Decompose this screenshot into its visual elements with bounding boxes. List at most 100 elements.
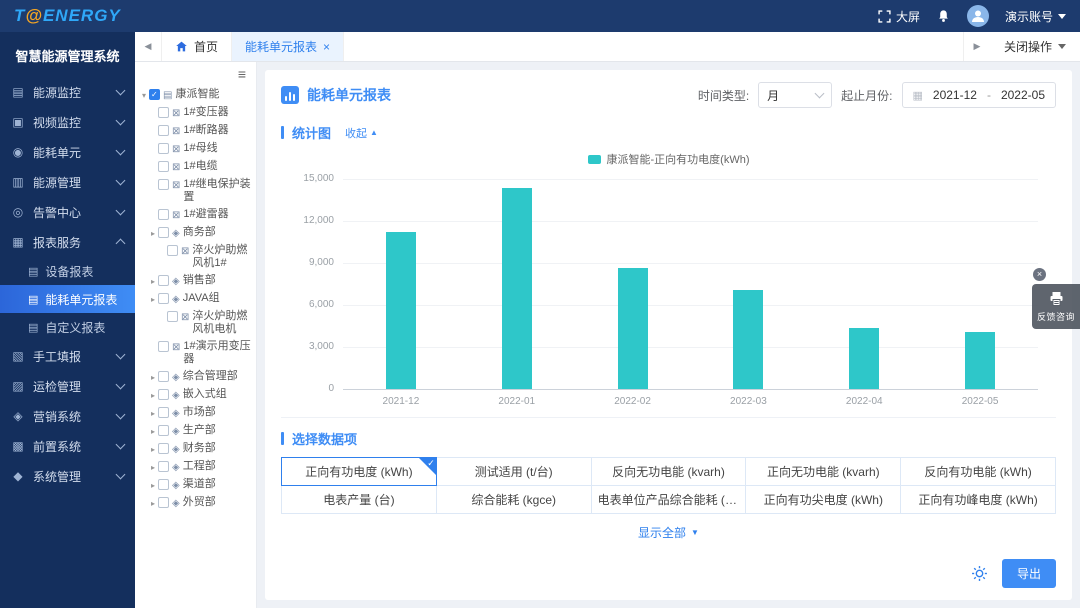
tab-scroll-left-button[interactable]: ◀ xyxy=(135,32,162,61)
sidebar-item-5[interactable]: ▦报表服务 xyxy=(0,227,135,257)
tree-expand-icon[interactable]: ▸ xyxy=(148,442,158,456)
data-item-cell[interactable]: 反向无功电能 (kvarh) xyxy=(591,458,746,486)
notification-bell-button[interactable] xyxy=(936,9,951,24)
tree-item[interactable]: ▸◈财务部 xyxy=(139,440,254,458)
tree-expand-icon[interactable]: ▸ xyxy=(148,226,158,240)
tree-checkbox[interactable] xyxy=(158,371,169,382)
tree-expand-icon[interactable]: ▸ xyxy=(148,274,158,288)
tree-expand-icon[interactable]: ▸ xyxy=(148,388,158,402)
tree-item[interactable]: ▸◈JAVA组 xyxy=(139,290,254,308)
sidebar-item-8[interactable]: ◈营销系统 xyxy=(0,401,135,431)
sidebar-subitem-5-2[interactable]: ▤自定义报表 xyxy=(0,313,135,341)
feedback-close-icon[interactable]: × xyxy=(1033,268,1046,281)
tree-checkbox[interactable] xyxy=(158,179,169,190)
data-item-cell[interactable]: 测试适用 (t/台) xyxy=(436,458,591,486)
tree-expand-icon[interactable]: ▸ xyxy=(148,292,158,306)
tree-checkbox[interactable] xyxy=(158,161,169,172)
tree-item[interactable]: ▾▤康派智能 xyxy=(139,86,254,104)
tree-item-label: 淬火炉助燃风机1# xyxy=(192,244,254,270)
tree-item[interactable]: ⊠1#变压器 xyxy=(139,104,254,122)
sidebar-subitem-5-1[interactable]: ▤能耗单元报表 xyxy=(0,285,135,313)
feedback-button[interactable]: 反馈咨询 xyxy=(1032,284,1080,329)
collapse-button[interactable]: 收起 ▲ xyxy=(345,125,378,141)
show-all-button[interactable]: 显示全部 ▼ xyxy=(281,514,1056,541)
tree-item[interactable]: ▸◈商务部 xyxy=(139,224,254,242)
sidebar-item-3[interactable]: ▥能源管理 xyxy=(0,167,135,197)
tab-scroll-right-button[interactable]: ▶ xyxy=(963,32,990,61)
tree-checkbox[interactable] xyxy=(158,389,169,400)
tree-item[interactable]: ⊠淬火炉助燃风机电机 xyxy=(139,308,254,338)
export-button[interactable]: 导出 xyxy=(1002,559,1056,588)
tree-checkbox[interactable] xyxy=(158,443,169,454)
settings-button[interactable] xyxy=(971,565,988,582)
data-item-cell[interactable]: 正向有功峰电度 (kWh) xyxy=(901,486,1056,514)
date-range-picker[interactable]: ▦ 2021-12 - 2022-05 xyxy=(902,82,1057,108)
tree-item[interactable]: ▸◈市场部 xyxy=(139,404,254,422)
sidebar-item-9[interactable]: ▩前置系统 xyxy=(0,431,135,461)
tree-checkbox[interactable] xyxy=(158,227,169,238)
tab-energy-unit-report[interactable]: 能耗单元报表 × xyxy=(232,32,344,61)
tree-item[interactable]: ▸◈生产部 xyxy=(139,422,254,440)
tree-expand-icon[interactable]: ▸ xyxy=(148,370,158,384)
tree-checkbox[interactable] xyxy=(158,107,169,118)
tree-checkbox[interactable] xyxy=(158,425,169,436)
tree-checkbox[interactable] xyxy=(167,311,178,322)
tree-checkbox[interactable] xyxy=(158,275,169,286)
data-item-cell[interactable]: 正向有功电度 (kWh)✓ xyxy=(282,458,437,486)
tree-checkbox[interactable] xyxy=(158,293,169,304)
tree-item[interactable]: ▸◈工程部 xyxy=(139,458,254,476)
tree-expand-icon[interactable]: ▾ xyxy=(139,88,149,102)
tree-expand-icon[interactable]: ▸ xyxy=(148,424,158,438)
sidebar-subitem-5-0[interactable]: ▤设备报表 xyxy=(0,257,135,285)
tree-checkbox[interactable] xyxy=(158,461,169,472)
sidebar-item-1[interactable]: ▣视频监控 xyxy=(0,107,135,137)
sidebar-item-2[interactable]: ◉能耗单元 xyxy=(0,137,135,167)
tree-expand-icon[interactable]: ▸ xyxy=(148,496,158,510)
tree-item[interactable]: ⊠1#母线 xyxy=(139,140,254,158)
tree-checkbox[interactable] xyxy=(158,341,169,352)
tree-checkbox[interactable] xyxy=(158,407,169,418)
data-item-cell[interactable]: 电表单位产品综合能耗 (kgce/... xyxy=(591,486,746,514)
close-operations-dropdown[interactable]: 关闭操作 xyxy=(990,32,1080,61)
hamburger-icon[interactable]: ≡ xyxy=(238,66,246,82)
tab-home[interactable]: 首页 xyxy=(162,32,232,61)
tree-item[interactable]: ⊠1#继电保护装置 xyxy=(139,176,254,206)
tree-item[interactable]: ⊠1#断路器 xyxy=(139,122,254,140)
tree-expand-icon[interactable]: ▸ xyxy=(148,460,158,474)
sidebar-item-0[interactable]: ▤能源监控 xyxy=(0,77,135,107)
tree-checkbox[interactable] xyxy=(158,143,169,154)
tree-checkbox[interactable] xyxy=(167,245,178,256)
tree-checkbox[interactable] xyxy=(158,479,169,490)
time-type-select[interactable]: 月 xyxy=(758,82,832,108)
time-type-value: 月 xyxy=(767,87,779,104)
tree-item[interactable]: ▸◈外贸部 xyxy=(139,494,254,512)
tree-expand-icon[interactable]: ▸ xyxy=(148,478,158,492)
data-item-cell[interactable]: 正向无功电能 (kvarh) xyxy=(746,458,901,486)
tree-item[interactable]: ▸◈综合管理部 xyxy=(139,368,254,386)
sidebar-item-7[interactable]: ▨运检管理 xyxy=(0,371,135,401)
tree-item[interactable]: ⊠1#电缆 xyxy=(139,158,254,176)
chart-legend[interactable]: 康派智能-正向有功电度(kWh) xyxy=(285,149,1052,179)
sidebar-item-6[interactable]: ▧手工填报 xyxy=(0,341,135,371)
data-item-cell[interactable]: 反向有功电能 (kWh) xyxy=(901,458,1056,486)
tree-checkbox[interactable] xyxy=(158,125,169,136)
tab-close-icon[interactable]: × xyxy=(323,42,330,52)
tree-item[interactable]: ▸◈嵌入式组 xyxy=(139,386,254,404)
sidebar-item-10[interactable]: ◆系统管理 xyxy=(0,461,135,491)
tree-item[interactable]: ⊠淬火炉助燃风机1# xyxy=(139,242,254,272)
tree-expand-icon[interactable]: ▸ xyxy=(148,406,158,420)
tree-checkbox[interactable] xyxy=(158,209,169,220)
tree-item[interactable]: ▸◈销售部 xyxy=(139,272,254,290)
data-item-cell[interactable]: 电表产量 (台) xyxy=(282,486,437,514)
big-screen-button[interactable]: 大屏 xyxy=(878,8,920,25)
tree-item[interactable]: ⊠1#避雷器 xyxy=(139,206,254,224)
account-menu[interactable]: 演示账号 xyxy=(1005,8,1066,25)
tree-checkbox[interactable] xyxy=(149,89,160,100)
tree-item[interactable]: ⊠1#演示用变压器 xyxy=(139,338,254,368)
sidebar-item-4[interactable]: ◎告警中心 xyxy=(0,197,135,227)
data-item-cell[interactable]: 正向有功尖电度 (kWh) xyxy=(746,486,901,514)
tree-checkbox[interactable] xyxy=(158,497,169,508)
data-item-cell[interactable]: 综合能耗 (kgce) xyxy=(436,486,591,514)
tree-item[interactable]: ▸◈渠道部 xyxy=(139,476,254,494)
avatar[interactable] xyxy=(967,5,989,27)
